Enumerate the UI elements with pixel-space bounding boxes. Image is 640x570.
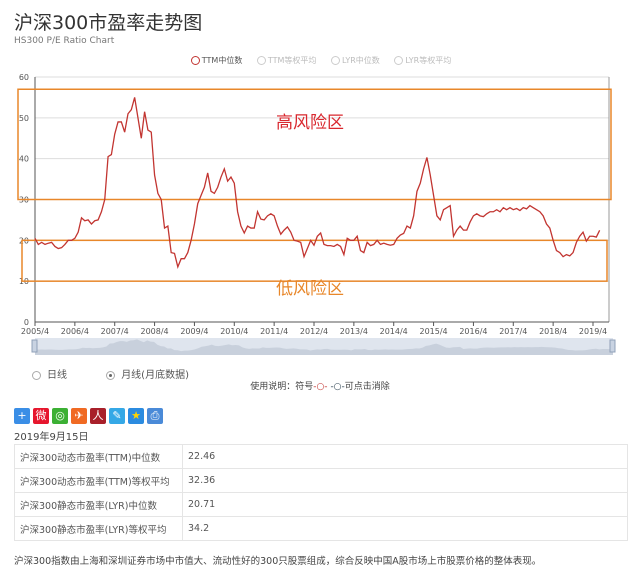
x-tick-label: 2010/4 — [220, 327, 248, 336]
row-value: 20.71 — [182, 492, 628, 517]
high-risk-zone — [17, 88, 612, 201]
wechat-icon[interactable]: ◎ — [52, 408, 68, 424]
note-prefix: 使用说明：符号 — [250, 382, 314, 392]
plus-icon[interactable]: + — [14, 408, 30, 424]
print-icon[interactable]: ⎙ — [147, 408, 163, 424]
table-row: 沪深300静态市盈率(LYR)中位数 20.71 — [14, 492, 628, 517]
weibo-icon[interactable]: 微 — [33, 408, 49, 424]
date-label: 2019年9月15日 — [14, 432, 89, 443]
red-marker-icon: -○- — [313, 382, 328, 392]
x-tick-label: 2016/4 — [459, 327, 487, 336]
note-suffix: 可点击消除 — [344, 382, 390, 392]
slider-handle-left[interactable] — [31, 339, 38, 353]
x-tick-label: 2006/4 — [61, 327, 89, 336]
y-tick-label: 0 — [24, 318, 29, 327]
table-row: 沪深300动态市盈率(TTM)中位数 22.46 — [14, 444, 628, 469]
x-tick-label: 2019/4 — [579, 327, 607, 336]
pe-table: 沪深300动态市盈率(TTM)中位数 22.46 沪深300动态市盈率(TTM)等… — [14, 444, 628, 541]
y-tick-label: 40 — [19, 155, 29, 164]
x-tick-label: 2013/4 — [340, 327, 368, 336]
table-row: 沪深300静态市盈率(LYR)等权平均 34.2 — [14, 516, 628, 541]
high-risk-label: 高风险区 — [276, 113, 344, 133]
low-risk-zone — [21, 239, 608, 282]
row-label: 沪深300静态市盈率(LYR)等权平均 — [14, 516, 183, 541]
tqq-icon[interactable]: ✈ — [71, 408, 87, 424]
x-tick-label: 2008/4 — [140, 327, 168, 336]
row-label: 沪深300动态市盈率(TTM)等权平均 — [14, 468, 183, 493]
slider-handle-right[interactable] — [609, 339, 616, 353]
x-tick-label: 2009/4 — [180, 327, 208, 336]
low-risk-label: 低风险区 — [276, 279, 344, 299]
y-tick-label: 50 — [19, 114, 29, 123]
dark-marker-icon: -○- — [330, 382, 345, 392]
description: 沪深300指数由上海和深圳证券市场中市值大、流动性好的300只股票组成，综合反映… — [14, 556, 542, 567]
renren-icon[interactable]: 人 — [90, 408, 106, 424]
x-tick-label: 2017/4 — [499, 327, 527, 336]
x-tick-label: 2005/4 — [21, 327, 49, 336]
x-tick-label: 2007/4 — [101, 327, 129, 336]
x-tick-label: 2012/4 — [300, 327, 328, 336]
share-bar: + 微 ◎ ✈ 人 ✎ ★ ⎙ — [14, 408, 163, 424]
row-value: 32.36 — [182, 468, 628, 493]
star-icon[interactable]: ★ — [128, 408, 144, 424]
x-tick-label: 2014/4 — [380, 327, 408, 336]
pe-chart: 01020304050602005/4 2006/4 2007/4 2008/4 200… — [17, 73, 616, 355]
x-tick-label: 2011/4 — [260, 327, 288, 336]
usage-note: 使用说明：符号-○- -○-可点击消除 — [0, 379, 640, 392]
row-label: 沪深300动态市盈率(TTM)中位数 — [14, 444, 183, 469]
pencil-icon[interactable]: ✎ — [109, 408, 125, 424]
x-tick-label: 2018/4 — [539, 327, 567, 336]
x-tick-label: 2015/4 — [419, 327, 447, 336]
table-row: 沪深300动态市盈率(TTM)等权平均 32.36 — [14, 468, 628, 493]
row-label: 沪深300静态市盈率(LYR)中位数 — [14, 492, 183, 517]
row-value: 34.2 — [182, 516, 628, 541]
y-tick-label: 60 — [19, 73, 29, 82]
row-value: 22.46 — [182, 444, 628, 469]
